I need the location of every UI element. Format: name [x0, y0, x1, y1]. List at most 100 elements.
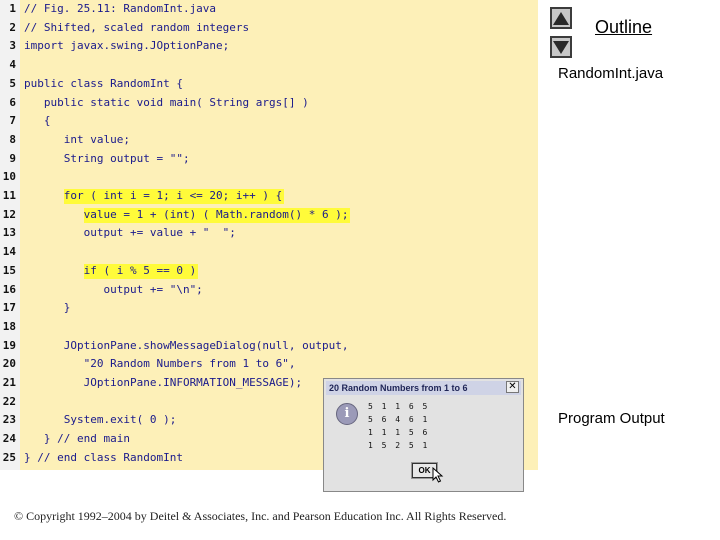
mouse-cursor-icon [432, 467, 444, 483]
code-text: import javax.swing.JOptionPane; [24, 37, 229, 56]
line-number: 21 [2, 376, 16, 389]
code-line: 17 } [0, 299, 538, 318]
code-line: 2 // Shifted, scaled random integers [0, 19, 538, 38]
code-text-content: } // end class RandomInt [24, 450, 183, 464]
line-number: 25 [2, 450, 16, 464]
code-text: System.exit( 0 ); [24, 411, 177, 430]
code-text-content: JOptionPane.INFORMATION_MESSAGE); [24, 376, 303, 389]
code-text: value = 1 + (int) ( Math.random() * 6 ); [24, 206, 351, 225]
code-text: output += "\n"; [24, 281, 203, 300]
outline-link[interactable]: Outline [595, 17, 652, 38]
code-text: } [24, 299, 71, 318]
code-line: 13 output += value + " "; [0, 224, 538, 243]
code-line: 19 JOptionPane.showMessageDialog(null, o… [0, 337, 538, 356]
program-output-label: Program Output [558, 410, 665, 427]
dialog-output-row: 5 6 4 6 1 [368, 415, 430, 424]
arrow-down-icon [553, 40, 569, 54]
line-number: 4 [9, 58, 16, 72]
line-number: 24 [2, 432, 16, 446]
next-slide-button[interactable] [550, 36, 572, 58]
dialog-output-row: 1 1 1 5 6 [368, 428, 430, 437]
code-text: JOptionPane.showMessageDialog(null, outp… [24, 337, 349, 356]
line-number: 12 [2, 207, 16, 221]
code-text-content: } // end main [24, 432, 130, 446]
line-number: 6 [9, 95, 16, 109]
code-line: 7 { [0, 112, 538, 131]
code-text: if ( i % 5 == 0 ) [24, 262, 199, 281]
code-text-content: output += "\n"; [24, 282, 203, 296]
close-icon[interactable]: ✕ [506, 381, 519, 393]
line-number: 5 [9, 76, 16, 90]
line-number: 22 [2, 394, 16, 408]
code-text: public static void main( String args[] ) [24, 94, 309, 113]
information-icon: i [336, 403, 358, 425]
code-text: // Shifted, scaled random integers [24, 19, 249, 38]
code-text-content: // Fig. 25.11: RandomInt.java [24, 2, 217, 15]
dialog-output-row: 1 5 2 5 1 [368, 441, 430, 450]
code-text: output += value + " "; [24, 224, 236, 243]
code-text-content: JOptionPane.showMessageDialog(null, outp… [24, 338, 349, 352]
code-text-content: value = 1 + (int) ( Math.random() * 6 ); [24, 207, 349, 221]
code-text: } // end class RandomInt [24, 449, 183, 468]
line-number: 8 [9, 132, 16, 146]
copyright-notice: © Copyright 1992–2004 by Deitel & Associ… [14, 509, 507, 523]
code-text-content: System.exit( 0 ); [24, 413, 177, 427]
code-text-content: int value; [24, 132, 130, 146]
code-line: 18 [0, 318, 538, 337]
line-number: 3 [9, 39, 16, 53]
code-line: 6 public static void main( String args[]… [0, 94, 538, 113]
code-text-content: { [24, 114, 51, 128]
code-line: 4 [0, 56, 538, 75]
code-line: 10 [0, 168, 538, 187]
code-line: 8 int value; [0, 131, 538, 150]
line-number: 15 [2, 263, 16, 277]
line-number: 11 [2, 189, 16, 202]
code-line: 20 "20 Random Numbers from 1 to 6", [0, 355, 538, 374]
code-text: "20 Random Numbers from 1 to 6", [24, 355, 296, 374]
line-number: 16 [2, 282, 16, 296]
code-text: JOptionPane.INFORMATION_MESSAGE); [24, 374, 303, 393]
code-text-content: "20 Random Numbers from 1 to 6", [24, 357, 296, 371]
code-text-content: if ( i % 5 == 0 ) [24, 263, 197, 277]
code-text-content: public static void main( String args[] ) [24, 95, 309, 109]
code-text: for ( int i = 1; i <= 20; i++ ) { [24, 187, 285, 206]
line-number: 17 [2, 301, 16, 315]
code-text-content: import javax.swing.JOptionPane; [24, 39, 230, 53]
code-text: int value; [24, 131, 130, 150]
code-text-content: } [24, 301, 71, 315]
line-number: 23 [2, 413, 16, 427]
message-dialog: 20 Random Numbers from 1 to 6 ✕ i 5 1 1 … [323, 378, 524, 492]
dialog-output-row: 5 1 1 6 5 [368, 402, 430, 411]
code-text: String output = ""; [24, 150, 190, 169]
line-number: 18 [2, 319, 16, 333]
code-text-content: public class RandomInt { [24, 76, 183, 90]
code-line: 11 for ( int i = 1; i <= 20; i++ ) { [0, 187, 538, 206]
code-text: // Fig. 25.11: RandomInt.java [24, 0, 216, 19]
line-number: 2 [9, 20, 16, 34]
code-text-content: output += value + " "; [24, 226, 236, 240]
previous-slide-button[interactable] [550, 7, 572, 29]
line-number: 7 [9, 114, 16, 128]
code-line: 1 // Fig. 25.11: RandomInt.java [0, 0, 538, 19]
code-line: 9 String output = ""; [0, 150, 538, 169]
code-line: 15 if ( i % 5 == 0 ) [0, 262, 538, 281]
line-number: 14 [2, 245, 16, 259]
dialog-title: 20 Random Numbers from 1 to 6 [326, 381, 521, 395]
arrow-up-icon [553, 11, 569, 25]
line-number: 19 [2, 338, 16, 352]
line-number: 13 [2, 226, 16, 240]
line-number: 10 [2, 170, 16, 184]
file-name-label: RandomInt.java [558, 65, 664, 82]
code-text-content: String output = ""; [24, 151, 190, 165]
code-text: { [24, 112, 51, 131]
line-number: 20 [2, 357, 16, 371]
code-text-content: // Shifted, scaled random integers [24, 20, 250, 34]
code-text-content: for ( int i = 1; i <= 20; i++ ) { [24, 189, 283, 202]
code-text: public class RandomInt { [24, 75, 183, 94]
line-number: 1 [9, 2, 16, 15]
code-text: } // end main [24, 430, 130, 449]
code-line: 3 import javax.swing.JOptionPane; [0, 37, 538, 56]
line-number: 9 [9, 151, 16, 165]
code-line: 14 [0, 243, 538, 262]
code-line: 16 output += "\n"; [0, 281, 538, 300]
